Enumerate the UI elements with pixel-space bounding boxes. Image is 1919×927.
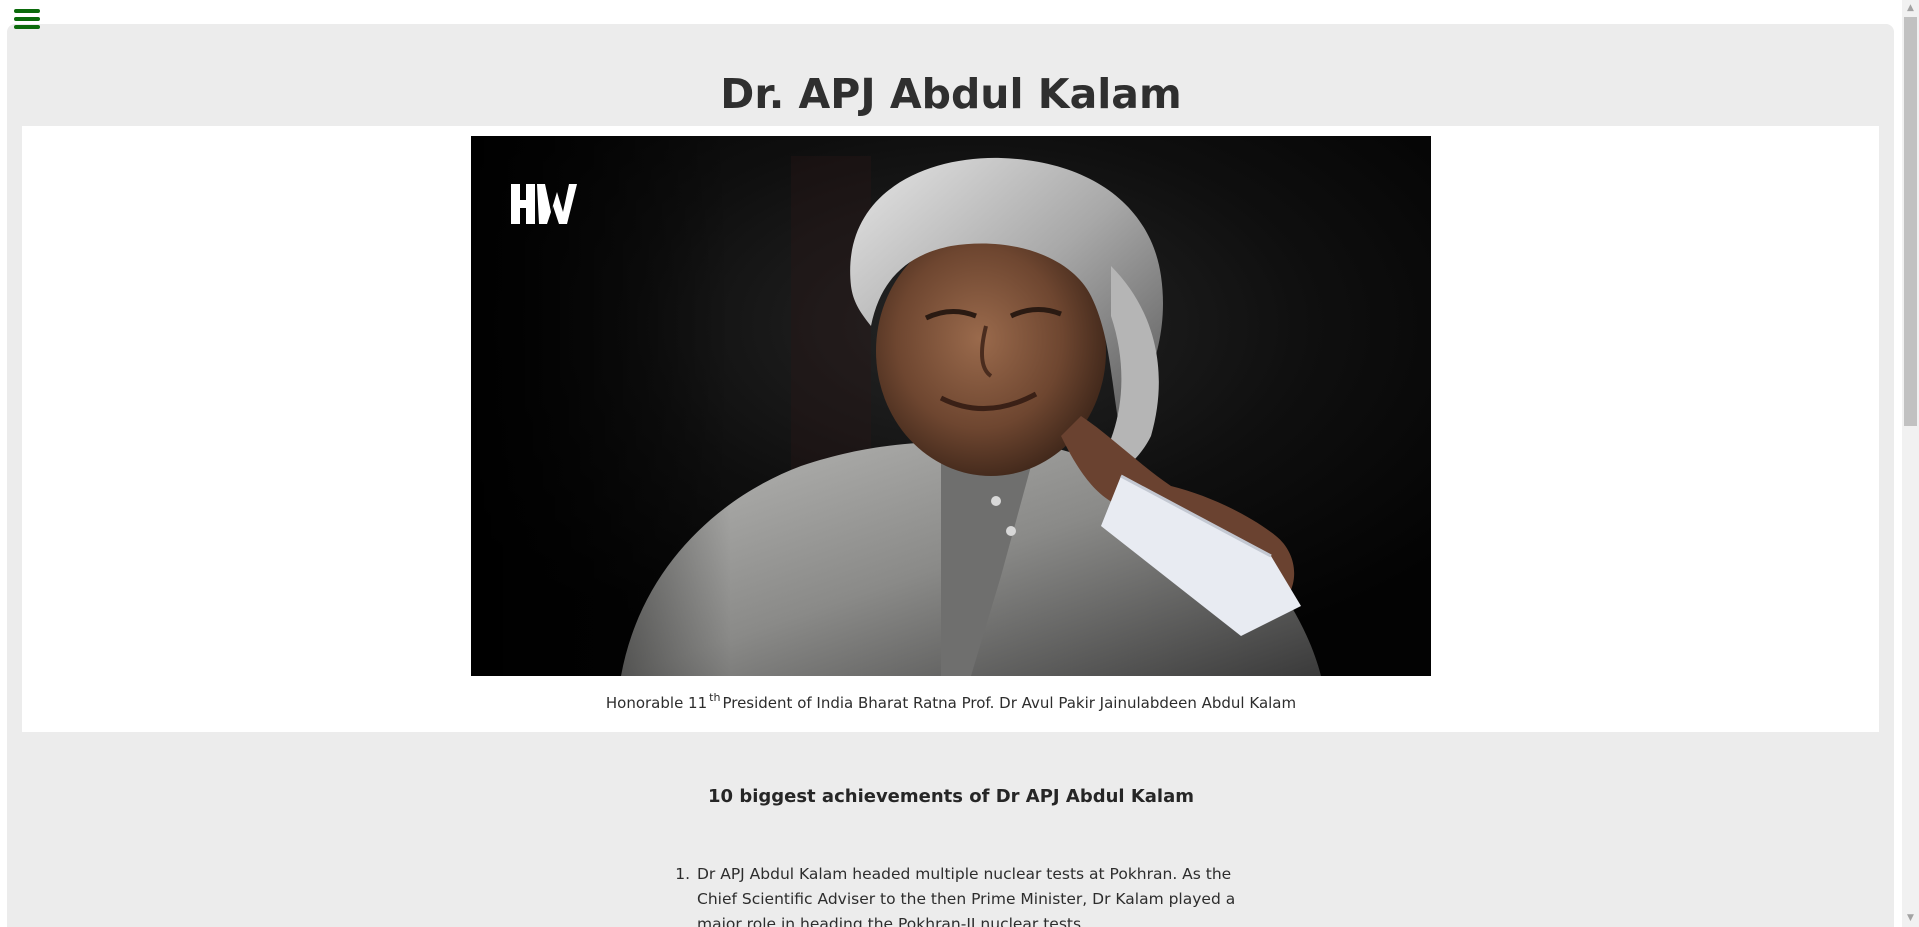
scrollbar-thumb[interactable]: [1904, 17, 1917, 426]
achievements-heading: 10 biggest achievements of Dr APJ Abdul …: [708, 786, 1194, 807]
achievements-list: Dr APJ Abdul Kalam headed multiple nucle…: [676, 862, 1270, 927]
arrow-down-icon[interactable]: ▼: [1902, 910, 1919, 927]
coat-button: [1006, 526, 1016, 536]
list-item: Dr APJ Abdul Kalam headed multiple nucle…: [695, 862, 1270, 927]
caption-text-before: Honorable 11: [605, 694, 708, 712]
page: Dr. APJ Abdul Kalam Honorable 11 th Pres…: [0, 0, 1919, 927]
menu-bar-bottom: [14, 25, 40, 29]
vertical-scrollbar[interactable]: ▲ ▼: [1902, 0, 1919, 927]
image-caption: Honorable 11th President of India Bharat …: [0, 691, 1902, 712]
page-title: Dr. APJ Abdul Kalam: [720, 70, 1182, 118]
hamburger-menu-icon[interactable]: [14, 8, 40, 30]
menu-bar-middle: [14, 17, 40, 21]
caption-text-after: President of India Bharat Ratna Prof. Dr…: [722, 694, 1297, 712]
coat-button: [991, 496, 1001, 506]
photo-vignette: [471, 136, 731, 676]
portrait-image: HW: [471, 136, 1431, 676]
caption-superscript: th: [709, 691, 721, 704]
arrow-up-icon[interactable]: ▲: [1902, 0, 1919, 17]
menu-bar-top: [14, 9, 40, 13]
